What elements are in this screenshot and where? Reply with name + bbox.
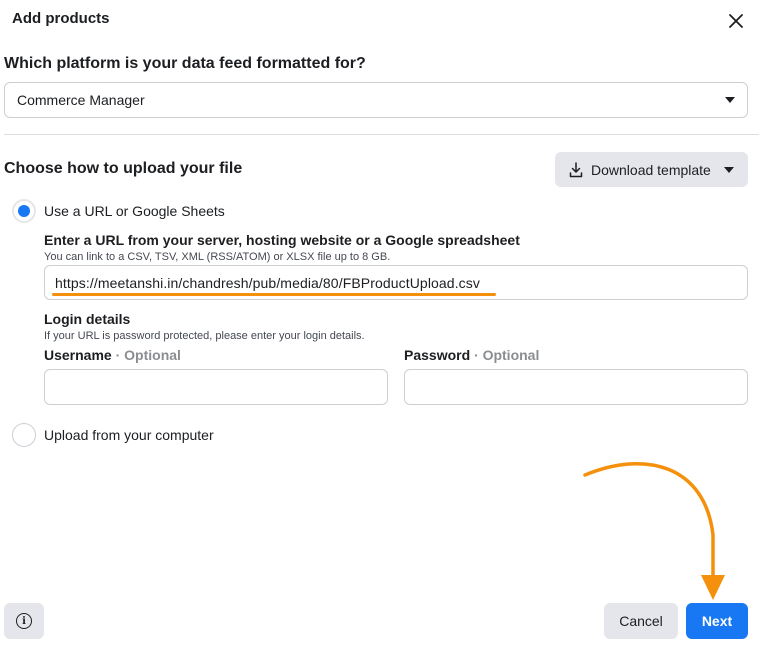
radio-computer[interactable] <box>12 423 36 447</box>
platform-select-value: Commerce Manager <box>17 92 145 108</box>
close-button[interactable] <box>725 10 747 32</box>
upload-heading: Choose how to upload your file <box>4 160 243 177</box>
caret-down-icon <box>724 166 734 173</box>
url-input-value: https://meetanshi.in/chandresh/pub/media… <box>55 274 480 291</box>
username-label: Username · Optional <box>44 347 181 363</box>
username-optional: · Optional <box>115 347 181 363</box>
next-button[interactable]: Next <box>686 603 748 639</box>
radio-computer-label[interactable]: Upload from your computer <box>44 427 214 443</box>
radio-selected-dot <box>18 205 30 217</box>
password-input[interactable] <box>404 369 748 405</box>
radio-url[interactable] <box>12 199 36 223</box>
dialog-title: Add products <box>12 10 110 27</box>
close-icon <box>729 14 743 28</box>
section-divider <box>4 134 759 135</box>
cancel-button[interactable]: Cancel <box>604 603 678 639</box>
annotation-arrow-icon <box>583 462 725 600</box>
password-label: Password · Optional <box>404 347 539 363</box>
login-hint: If your URL is password protected, pleas… <box>44 330 365 342</box>
download-template-label: Download template <box>591 161 711 178</box>
password-optional: · Optional <box>474 347 540 363</box>
platform-question: Which platform is your data feed formatt… <box>4 55 366 72</box>
info-icon: i <box>16 613 32 629</box>
url-field-hint: You can link to a CSV, TSV, XML (RSS/ATO… <box>44 251 391 263</box>
login-heading: Login details <box>44 311 131 327</box>
download-template-button[interactable]: Download template <box>555 152 748 187</box>
info-button[interactable]: i <box>4 603 44 639</box>
username-input[interactable] <box>44 369 388 405</box>
download-icon <box>569 161 583 177</box>
username-label-text: Username <box>44 347 112 363</box>
annotation-underline <box>52 293 496 296</box>
platform-select[interactable]: Commerce Manager <box>4 82 748 118</box>
radio-url-label[interactable]: Use a URL or Google Sheets <box>44 203 225 219</box>
url-field-label: Enter a URL from your server, hosting we… <box>44 232 520 248</box>
password-label-text: Password <box>404 347 471 363</box>
caret-down-icon <box>725 97 735 103</box>
